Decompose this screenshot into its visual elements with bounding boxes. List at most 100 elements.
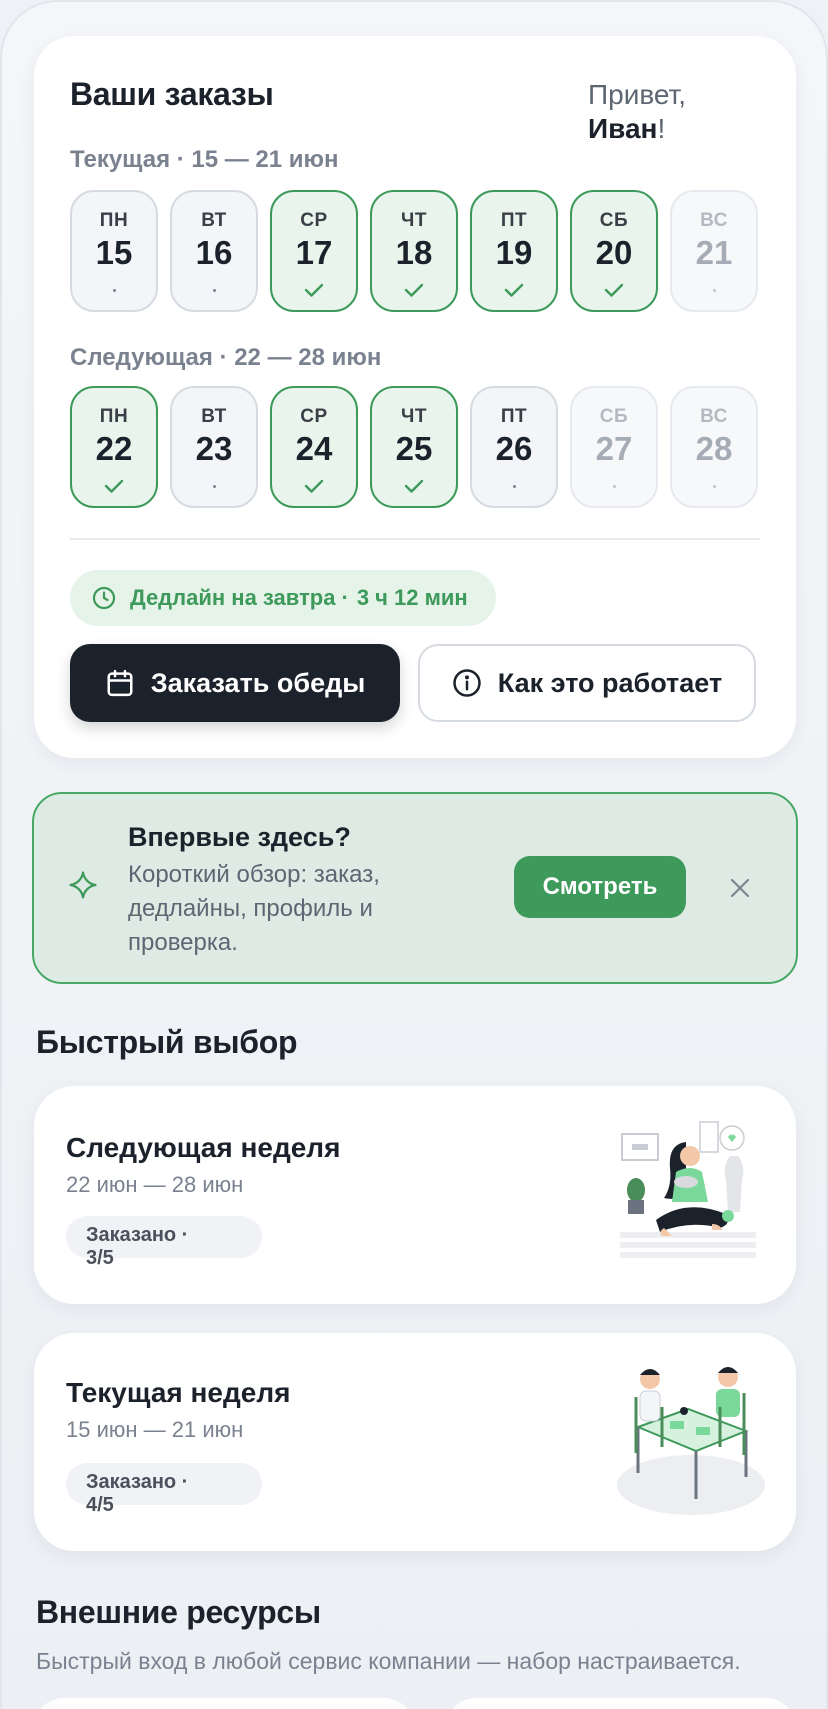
resource-card[interactable] [446, 1698, 796, 1709]
day-cell[interactable]: СБ 20 [570, 190, 658, 312]
deadline-label: Дедлайн на завтра [130, 585, 336, 610]
day-cell[interactable]: ПН 22 [70, 386, 158, 508]
clock-icon [92, 586, 116, 610]
day-cell[interactable]: СБ 27 [570, 386, 658, 508]
day-cell[interactable]: ЧТ 18 [370, 190, 458, 312]
day-name: ПТ [500, 406, 528, 427]
day-number: 22 [95, 430, 133, 467]
day-cell[interactable]: ЧТ 25 [370, 386, 458, 508]
day-name: ВС [700, 406, 728, 427]
current-week-days: ПН 15 ВТ 16 СР 17 ЧТ 18 ПТ 19 СБ 20 ВС 21 [70, 190, 758, 312]
dot-icon [212, 280, 216, 300]
day-cell[interactable]: ВС 28 [670, 386, 758, 508]
dot-icon [212, 476, 216, 496]
close-icon[interactable] [724, 872, 756, 904]
day-number: 27 [595, 430, 633, 467]
day-name: ЧТ [401, 406, 427, 427]
dot-icon [712, 476, 716, 496]
deadline-separator: · [341, 585, 349, 610]
quick-card-dates: 15 июн — 21 июн [66, 1417, 244, 1442]
dot-icon [112, 280, 116, 300]
day-number: 21 [695, 234, 733, 271]
ordered-status-value: 3/5 [86, 1247, 114, 1269]
day-name: СБ [599, 210, 629, 231]
order-lunches-label: Заказать обеды [150, 667, 366, 698]
order-lunches-button[interactable]: Заказать обеды [70, 644, 400, 722]
day-name: ПН [99, 406, 129, 427]
check-icon [404, 476, 424, 496]
day-name: СБ [599, 406, 629, 427]
day-cell[interactable]: ВТ 23 [170, 386, 258, 508]
quick-card-title: Текущая неделя [66, 1377, 291, 1408]
day-name: СР [300, 406, 328, 427]
check-icon [304, 280, 324, 300]
quick-pick-title: Быстрый выбор [36, 1024, 298, 1060]
onboarding-text: Короткий обзор: заказ, дедлайны, профиль… [128, 861, 380, 956]
day-cell[interactable]: ВТ 16 [170, 190, 258, 312]
check-icon [404, 280, 424, 300]
check-icon [304, 476, 324, 496]
info-icon [453, 669, 481, 697]
quick-card-dates: 22 июн — 28 июн [66, 1172, 244, 1197]
day-name: ВТ [201, 210, 227, 231]
quick-card-title: Следующая неделя [66, 1132, 341, 1163]
ordered-status-label: Заказано · [86, 1224, 189, 1246]
day-number: 23 [195, 430, 233, 467]
greeting-text: Привет, [588, 79, 687, 110]
day-name: ПН [99, 210, 129, 231]
day-number: 25 [395, 430, 433, 467]
dot-icon [712, 280, 716, 300]
onboarding-title: Впервые здесь? [128, 822, 351, 852]
onboarding-banner: Впервые здесь? Короткий обзор: заказ, де… [32, 792, 798, 984]
day-cell[interactable]: СР 17 [270, 190, 358, 312]
resources-subtitle: Быстрый вход в любой сервис компании — н… [36, 1648, 741, 1674]
day-number: 26 [495, 430, 533, 467]
check-icon [604, 280, 624, 300]
sparkle-icon [69, 871, 97, 899]
day-name: ВС [700, 210, 728, 231]
orders-title: Ваши заказы [70, 76, 274, 112]
ordered-status-label: Заказано · [86, 1471, 189, 1493]
people-at-table-illustration [617, 1367, 765, 1515]
next-week-days: ПН 22 ВТ 23 СР 24 ЧТ 25 ПТ 26 СБ 27 ВС 28 [70, 386, 758, 508]
how-it-works-button[interactable]: Как это работает [418, 644, 756, 722]
day-number: 20 [595, 234, 633, 271]
day-cell[interactable]: ПН 15 [70, 190, 158, 312]
divider [70, 538, 760, 540]
day-cell[interactable]: ПТ 26 [470, 386, 558, 508]
day-name: ПТ [500, 210, 528, 231]
deadline-badge: Дедлайн на завтра · 3 ч 12 мин [70, 570, 496, 626]
day-number: 24 [295, 430, 333, 467]
orders-card: Ваши заказы Привет, Иван! Текущая · 15 —… [34, 36, 796, 758]
day-name: ЧТ [401, 210, 427, 231]
day-cell[interactable]: ВС 21 [670, 190, 758, 312]
ordered-status-pill: Заказано · 4/5 [66, 1463, 262, 1516]
next-week-label: Следующая · 22 — 28 июн [70, 344, 382, 371]
day-number: 15 [95, 234, 133, 271]
check-icon [504, 280, 524, 300]
dot-icon [612, 476, 616, 496]
dot-icon [512, 476, 516, 496]
day-number: 18 [395, 234, 433, 271]
day-name: ВТ [201, 406, 227, 427]
quick-card-next-week[interactable]: Следующая неделя 22 июн — 28 июн Заказан… [34, 1086, 796, 1304]
how-it-works-label: Как это работает [497, 667, 723, 698]
day-name: СР [300, 210, 328, 231]
resource-card[interactable] [34, 1698, 414, 1709]
day-cell[interactable]: СР 24 [270, 386, 358, 508]
day-number: 17 [295, 234, 333, 271]
day-cell[interactable]: ПТ 19 [470, 190, 558, 312]
quick-card-current-week[interactable]: Текущая неделя 15 июн — 21 июн Заказано … [34, 1333, 796, 1551]
ordered-status-pill: Заказано · 3/5 [66, 1216, 262, 1269]
resources-title: Внешние ресурсы [36, 1594, 321, 1630]
greeting-suffix: ! [657, 113, 666, 144]
user-name: Иван [588, 113, 658, 144]
day-number: 16 [195, 234, 233, 271]
greeting: Привет, Иван! [588, 78, 686, 146]
ordered-status-value: 4/5 [86, 1494, 114, 1516]
calendar-icon [107, 669, 133, 697]
day-number: 28 [695, 430, 733, 467]
current-week-label: Текущая · 15 — 21 июн [70, 146, 339, 173]
watch-button[interactable]: Смотреть [514, 856, 686, 918]
check-icon [104, 476, 124, 496]
